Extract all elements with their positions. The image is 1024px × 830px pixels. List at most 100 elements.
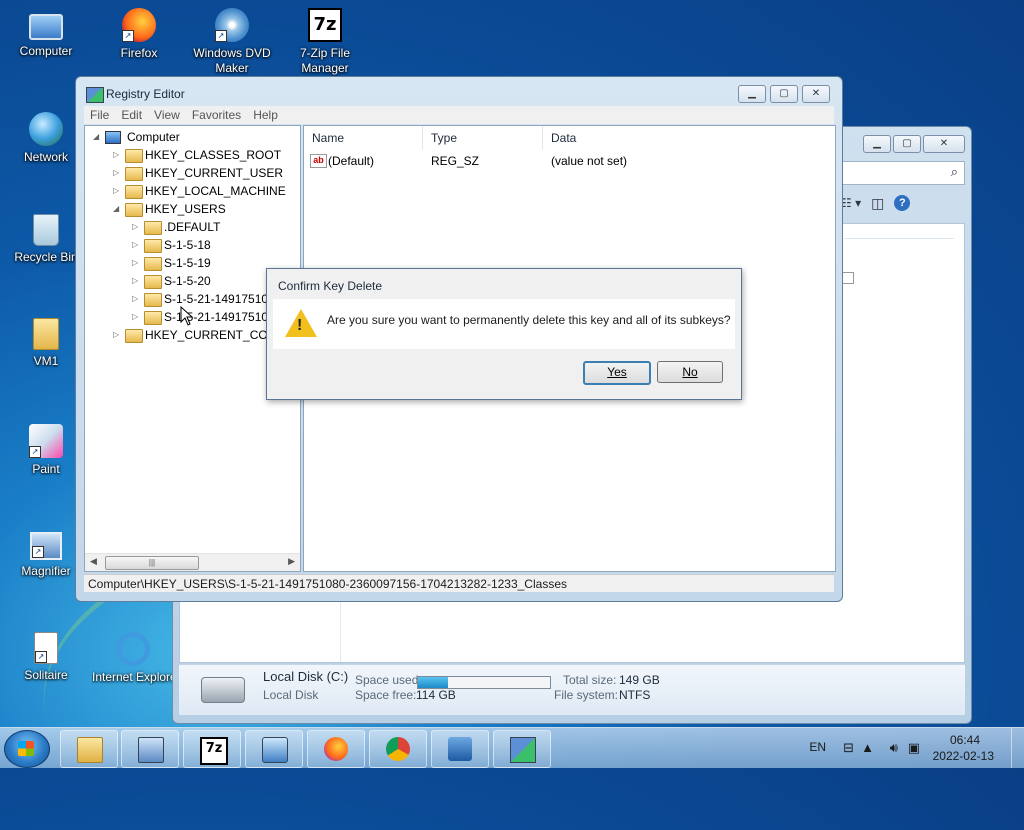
folder-icon (33, 318, 59, 350)
scroll-right-icon[interactable]: ▶ (288, 556, 295, 567)
drive-name: Local Disk (C:) (263, 669, 349, 684)
expand-icon[interactable]: ▷ (132, 254, 142, 272)
taskbar-firefox[interactable] (307, 730, 365, 768)
desktop-icon-firefox[interactable]: ↗ Firefox (95, 8, 183, 61)
view-options-icon[interactable]: ☷ ▾ (841, 196, 861, 210)
table-row[interactable]: ab (Default) REG_SZ (value not set) (304, 152, 835, 170)
ie-icon (116, 632, 150, 666)
taskbar-chrome[interactable] (369, 730, 427, 768)
scroll-thumb[interactable]: ||| (105, 556, 199, 570)
desktop-icon-label: Windows DVD Maker (193, 46, 271, 75)
details-pane: Local Disk (C:) Local Disk Space used: S… (179, 664, 965, 715)
help-icon[interactable]: ? (894, 195, 911, 211)
desktop-icon-dvd-maker[interactable]: ↗ Windows DVD Maker (188, 8, 276, 76)
network-icon (29, 112, 63, 146)
file-system-label: File system: (554, 688, 619, 702)
search-input[interactable]: ⌕ (839, 161, 965, 185)
menu-help[interactable]: Help (247, 106, 284, 124)
desktop-icon-label: Internet Explorer (92, 670, 174, 684)
expand-icon[interactable]: ▷ (132, 218, 142, 236)
expand-icon[interactable]: ▷ (113, 326, 123, 344)
folder-icon (144, 293, 162, 307)
desktop-icon-solitaire[interactable]: ↗ Solitaire (2, 632, 90, 683)
yes-button[interactable]: Yes (583, 361, 651, 385)
folder-icon (125, 167, 143, 181)
language-indicator[interactable]: EN (809, 740, 826, 754)
warning-icon-mark: ! (297, 317, 303, 334)
show-desktop-button[interactable] (1011, 728, 1024, 768)
expand-icon[interactable]: ▷ (132, 272, 142, 290)
total-size-value: 149 GB (619, 673, 660, 687)
desktop-icon-label: Firefox (120, 46, 158, 60)
recycle-bin-icon (33, 214, 59, 246)
expand-icon[interactable]: ▷ (132, 236, 142, 254)
paint-icon: ↗ (29, 424, 63, 458)
capacity-fill (418, 677, 449, 688)
collapse-icon[interactable]: ◢ (93, 128, 103, 146)
tree-node-label: HKEY_CURRENT_CONI (145, 328, 280, 342)
folder-icon (144, 239, 162, 253)
expand-icon[interactable]: ▷ (113, 182, 123, 200)
regedit-icon (510, 737, 536, 763)
desktop-icon-7zip[interactable]: 7z 7-Zip File Manager (281, 8, 369, 76)
taskbar-7zip[interactable]: 7z (183, 730, 241, 768)
window-controls: ▁ ▢ ✕ (738, 85, 830, 103)
item-checkbox[interactable] (842, 272, 854, 284)
column-header-type[interactable]: Type (423, 126, 543, 150)
column-header-name[interactable]: Name (304, 126, 423, 150)
menu-view[interactable]: View (148, 106, 186, 124)
minimize-button[interactable]: ▁ (863, 135, 891, 153)
maximize-button[interactable]: ▢ (893, 135, 921, 153)
folder-icon (144, 257, 162, 271)
taskbar-network[interactable] (245, 730, 303, 768)
taskbar-explorer[interactable] (60, 730, 118, 768)
window-controls: ▁ ▢ ✕ (863, 135, 965, 153)
start-button[interactable] (4, 730, 50, 768)
space-free-value: 114 GB (416, 688, 456, 702)
tray-expand-icon[interactable]: ⊟ (843, 740, 854, 756)
column-header-data[interactable]: Data (543, 126, 835, 150)
search-icon[interactable]: ⌕ (951, 164, 958, 180)
title-bar[interactable]: Registry Editor ▁ ▢ ✕ (76, 77, 842, 107)
hard-drive-icon (201, 677, 245, 703)
expand-icon[interactable]: ▷ (113, 146, 123, 164)
network-status-icon[interactable]: ▣ (908, 740, 920, 756)
desktop-icon-label: Computer (19, 44, 73, 58)
close-button[interactable]: ✕ (923, 135, 965, 153)
maximize-button[interactable]: ▢ (770, 85, 798, 103)
tree-node-label: S-1-5-18 (164, 238, 211, 252)
folder-icon (125, 149, 143, 163)
collapse-icon[interactable]: ◢ (113, 200, 123, 218)
drive-type: Local Disk (263, 688, 319, 702)
explorer-icon (77, 737, 103, 763)
scroll-left-icon[interactable]: ◀ (90, 556, 97, 567)
taskbar-control-panel[interactable] (121, 730, 179, 768)
confirm-delete-dialog[interactable]: Confirm Key Delete ! Are you sure you wa… (266, 268, 742, 400)
menu-edit[interactable]: Edit (115, 106, 148, 124)
menu-file[interactable]: File (84, 106, 115, 124)
7zip-icon: 7z (308, 8, 342, 42)
minimize-button[interactable]: ▁ (738, 85, 766, 103)
taskbar-tools[interactable] (431, 730, 489, 768)
desktop-icon-computer[interactable]: Computer (2, 8, 90, 59)
preview-pane-icon[interactable]: ◫ (871, 195, 884, 212)
computer-icon (105, 131, 121, 144)
desktop-icon-ie[interactable]: Internet Explorer (92, 632, 174, 685)
firefox-icon: ↗ (122, 8, 156, 42)
horizontal-scrollbar[interactable]: ◀ ||| ▶ (85, 553, 300, 571)
taskbar-regedit[interactable] (493, 730, 551, 768)
clock-time[interactable]: 06:44 (950, 733, 980, 747)
volume-icon[interactable]: 🔊︎ (890, 740, 898, 756)
expand-icon[interactable]: ▷ (132, 290, 142, 308)
tools-icon (448, 737, 472, 761)
folder-icon (144, 221, 162, 235)
clock-date[interactable]: 2022-02-13 (933, 749, 994, 763)
tree-node-label: S-1-5-20 (164, 274, 211, 288)
regedit-app-icon (86, 87, 104, 103)
menu-favorites[interactable]: Favorites (186, 106, 247, 124)
show-hidden-icons-icon[interactable]: ▲ (861, 740, 874, 755)
close-button[interactable]: ✕ (802, 85, 830, 103)
expand-icon[interactable]: ▷ (113, 164, 123, 182)
no-button[interactable]: No (657, 361, 723, 383)
expand-icon[interactable]: ▷ (132, 308, 142, 326)
